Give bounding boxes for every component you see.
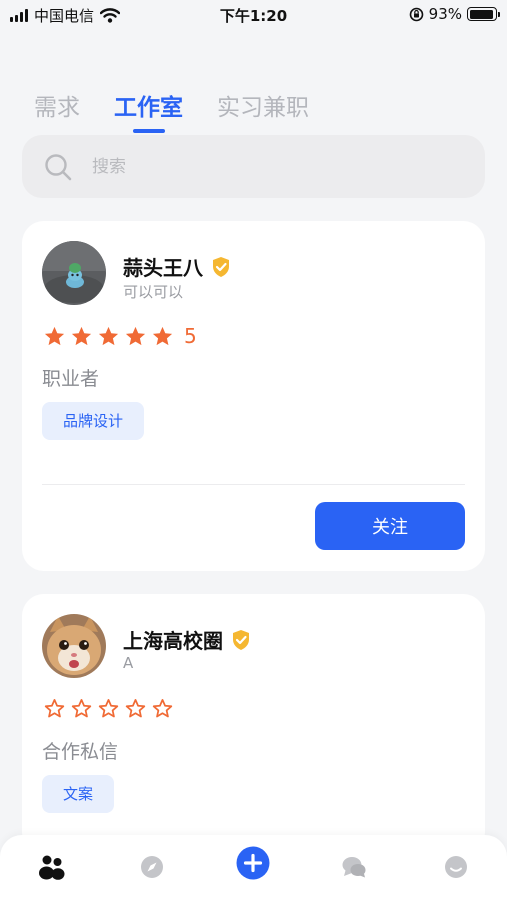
orientation-lock-icon	[409, 7, 423, 21]
studio-name[interactable]: 蒜头王八	[123, 252, 203, 281]
star-outline-icon	[125, 699, 146, 718]
search-icon	[44, 153, 72, 181]
studio-card[interactable]: 蒜头王八 可以可以 5 职业者 品牌设计 关注	[22, 221, 485, 571]
name-row: 蒜头王八	[123, 252, 231, 281]
nav-messages[interactable]	[334, 847, 374, 887]
compass-icon	[141, 856, 163, 878]
studio-subtitle: A	[123, 654, 134, 672]
tab-demand[interactable]: 需求	[34, 88, 80, 122]
bottom-nav	[0, 835, 507, 900]
avatar[interactable]	[42, 614, 106, 678]
category-tabs: 需求 工作室 实习兼职	[34, 88, 309, 133]
star-filled-icon	[125, 326, 146, 345]
star-rating: 5	[43, 324, 197, 348]
tab-active-indicator	[132, 129, 165, 133]
skill-tag[interactable]: 品牌设计	[42, 402, 145, 440]
tab-internship[interactable]: 实习兼职	[217, 88, 309, 122]
star-filled-icon	[71, 326, 92, 345]
studio-card[interactable]: 上海高校圈 A 合作私信 文案	[22, 594, 485, 854]
people-icon	[39, 855, 65, 880]
search-bar[interactable]	[22, 135, 485, 198]
status-right: 93%	[409, 5, 500, 23]
nav-discover[interactable]	[132, 847, 172, 887]
star-rating	[43, 697, 174, 720]
verified-badge-icon	[213, 256, 229, 277]
search-input[interactable]	[92, 156, 472, 177]
verified-badge-icon	[233, 629, 249, 650]
plus-circle-icon	[236, 846, 270, 880]
rating-value: 5	[184, 324, 197, 348]
studio-role: 合作私信	[42, 741, 119, 763]
studio-name[interactable]: 上海高校圈	[123, 625, 223, 654]
chat-bubbles-icon	[342, 857, 366, 878]
star-outline-icon	[152, 699, 173, 718]
studio-role: 职业者	[42, 368, 100, 390]
tab-studio[interactable]: 工作室	[114, 88, 183, 133]
studio-subtitle: 可以可以	[123, 283, 184, 301]
name-row: 上海高校圈	[123, 625, 251, 654]
nav-people[interactable]	[32, 847, 72, 887]
divider	[42, 484, 465, 485]
star-filled-icon	[44, 326, 65, 345]
battery-icon	[467, 7, 500, 21]
skill-tag[interactable]: 文案	[42, 775, 115, 813]
nav-profile[interactable]	[436, 847, 476, 887]
star-filled-icon	[98, 326, 119, 345]
star-outline-icon	[98, 699, 119, 718]
status-bar: 中国电信 下午1:20 93%	[0, 0, 507, 30]
nav-publish[interactable]	[233, 843, 273, 883]
battery-percent: 93%	[428, 5, 462, 23]
star-outline-icon	[71, 699, 92, 718]
star-outline-icon	[44, 699, 65, 718]
profile-face-icon	[445, 856, 467, 878]
avatar[interactable]	[42, 241, 106, 305]
follow-button[interactable]: 关注	[315, 502, 465, 550]
star-filled-icon	[152, 326, 173, 345]
